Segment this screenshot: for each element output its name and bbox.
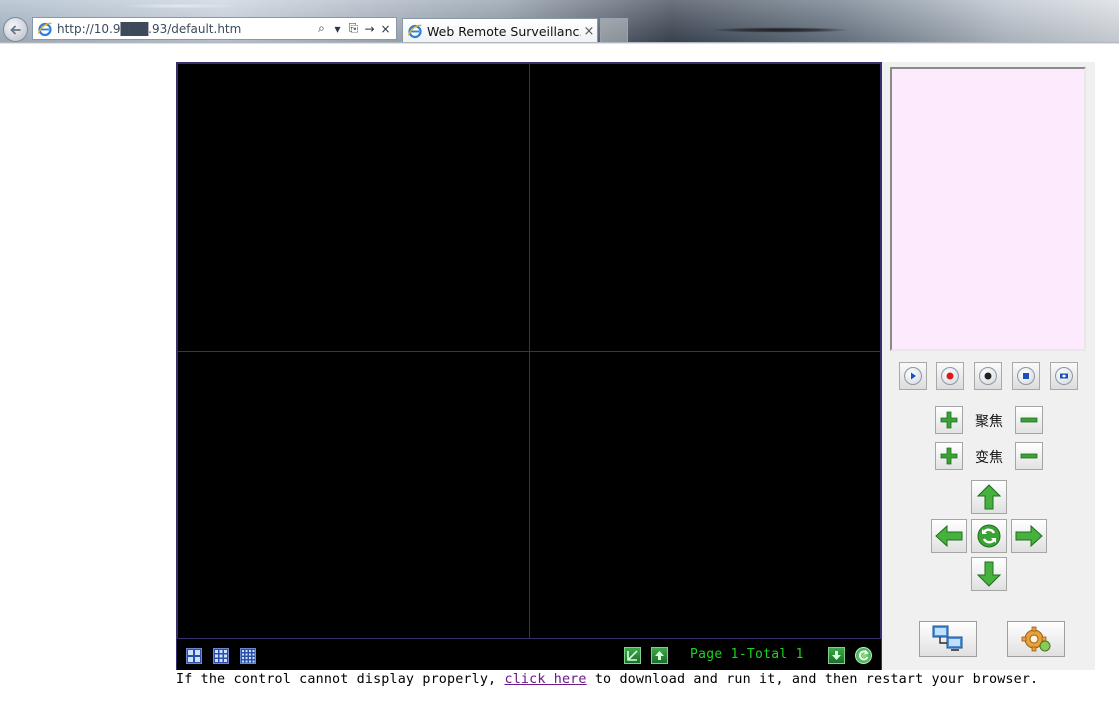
video-channel-1[interactable] [177,63,530,352]
layout-16-button[interactable] [240,648,256,664]
minus-icon [1020,417,1038,423]
video-channel-2[interactable] [529,63,881,352]
stop-button[interactable] [1012,362,1040,390]
arrow-down-icon [977,561,1001,587]
layout-4-button[interactable] [186,648,202,664]
grid-3x3-icon [215,650,227,662]
address-bar[interactable]: http://10.9███.93/default.htm ⌕ ▾ ⎘ → × [32,17,397,40]
back-arrow-icon [9,25,21,34]
record-button[interactable] [936,362,964,390]
browser-tab[interactable]: Web Remote Surveillanc... × [402,18,598,43]
control-panel: 聚焦 变焦 [882,62,1095,670]
video-channel-4[interactable] [529,351,881,639]
focus-minus-button[interactable] [1015,406,1043,434]
zoom-label: 变焦 [975,450,1003,466]
arrow-right-icon [1015,525,1043,547]
snapshot-button[interactable] [974,362,1002,390]
focus-plus-button[interactable] [935,406,963,434]
ptz-auto-button[interactable] [971,519,1007,553]
zoom-plus-button[interactable] [935,442,963,470]
back-button[interactable] [3,17,28,42]
prev-page-icon [627,650,638,661]
compat-view-icon[interactable]: ⎘ [347,21,360,36]
prev-page-button[interactable] [624,647,641,664]
tab-close-icon[interactable]: × [581,24,597,39]
record-icon [946,372,954,380]
settings-gear-icon [1021,626,1051,652]
focus-label: 聚焦 [975,414,1003,430]
ptz-down-button[interactable] [971,557,1007,591]
arrow-up-icon [977,484,1001,510]
ptz-left-button[interactable] [931,519,967,553]
dropdown-icon[interactable]: ▾ [331,22,344,36]
browser-chrome: http://10.9███.93/default.htm ⌕ ▾ ⎘ → × … [0,0,1119,44]
go-icon[interactable]: → [363,22,376,36]
system-settings-button[interactable] [1007,621,1065,657]
tab-ie-icon [407,24,422,39]
video-player: Page 1-Total 1 [176,62,882,670]
next-page-icon [832,651,841,660]
search-icon[interactable]: ⌕ [315,21,328,36]
footer-text-before: If the control cannot display properly, [176,672,505,687]
ie-icon [37,22,52,36]
snapshot-icon [984,372,992,380]
layout-9-button[interactable] [213,648,229,664]
footer-text-after: to download and run it, and then restart… [586,672,1039,687]
minus-icon [1020,453,1038,459]
preview-area [890,67,1086,351]
network-icon [932,625,963,651]
refresh-button[interactable] [855,647,872,664]
grid-2x2-icon [188,650,200,662]
ptz-up-button[interactable] [971,480,1007,514]
url-text[interactable]: http://10.9███.93/default.htm [57,22,315,36]
stop-icon[interactable]: × [379,22,392,36]
play-icon [911,372,916,380]
arrow-left-icon [935,525,963,547]
capture-icon [1060,373,1068,379]
player-toolbar: Page 1-Total 1 [177,639,881,670]
play-button[interactable] [899,362,927,390]
video-channel-3[interactable] [177,351,530,639]
capture-button[interactable] [1050,362,1078,390]
footer-message: If the control cannot display properly, … [176,672,1038,687]
refresh-icon [858,650,869,661]
grid-4x4-icon [242,650,255,663]
page-status-text: Page 1-Total 1 [690,647,804,662]
new-tab-button[interactable] [600,18,628,43]
next-page-button[interactable] [828,647,845,664]
rotate-icon [977,524,1001,548]
plus-icon [940,411,958,429]
chrome-divider [0,42,1119,44]
address-controls: ⌕ ▾ ⎘ → × [315,21,396,36]
tab-title: Web Remote Surveillanc... [427,23,581,39]
download-link[interactable]: click here [504,672,586,687]
zoom-minus-button[interactable] [1015,442,1043,470]
stop-icon [1023,373,1029,379]
plus-icon [940,447,958,465]
first-page-button[interactable] [651,647,668,664]
first-page-icon [655,651,664,660]
ptz-right-button[interactable] [1011,519,1047,553]
network-settings-button[interactable] [919,621,977,657]
video-grid [177,63,881,639]
